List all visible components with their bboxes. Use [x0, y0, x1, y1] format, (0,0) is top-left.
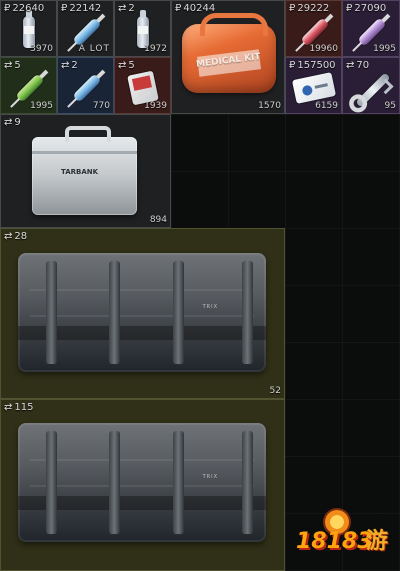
item-slot-large-case-1[interactable]: ⇄ 28 TRIX 52	[0, 228, 285, 399]
item-trade-count: ⇄ 115	[4, 402, 34, 413]
item-count: 1570	[258, 101, 281, 111]
item-price: ₽29222	[289, 3, 330, 14]
tarbank-label: TARBANK	[61, 168, 99, 176]
item-count: 1972	[144, 44, 167, 54]
case-rib	[46, 261, 57, 364]
case-rib	[46, 431, 57, 534]
item-count: A LOT	[78, 44, 110, 54]
item-slot-purple-syringe[interactable]: ₽27090 1995	[342, 0, 400, 57]
item-slot-medical-kit[interactable]: ₽40244 MEDICAL KIT 1570	[171, 0, 285, 114]
item-count: 1995	[30, 101, 53, 111]
green-syringe-icon	[15, 73, 45, 103]
ruble-icon: ₽	[289, 60, 296, 71]
item-slot-tarbank-case[interactable]: ⇄ 9 TARBANK 894	[0, 114, 171, 228]
item-count: 770	[92, 101, 110, 111]
item-count: 894	[149, 215, 167, 225]
trade-icon: ⇄	[346, 60, 355, 71]
item-slot-red-syringe[interactable]: ₽29222 19960	[285, 0, 342, 57]
item-price: ₽22142	[61, 3, 102, 14]
medical-kit-bag-icon: MEDICAL KIT	[182, 13, 276, 93]
item-count: 3970	[30, 44, 53, 54]
trade-icon: ⇄	[4, 231, 13, 242]
item-count: 6159	[315, 101, 338, 111]
watermark-logo: 18183 游	[294, 507, 398, 563]
item-price: ₽22640	[4, 3, 45, 14]
tarbank-case-icon: TARBANK	[32, 126, 137, 215]
trade-icon: ⇄	[118, 60, 127, 71]
case-rib	[109, 431, 120, 534]
case-rib	[109, 261, 120, 364]
trade-icon: ⇄	[61, 60, 70, 71]
ruble-icon: ₽	[61, 3, 68, 14]
item-count: 19960	[309, 44, 338, 54]
large-case-icon: TRIX	[18, 423, 266, 542]
inventory-screen: ₽22640 3970 ₽22142 A LOT ⇄ 2 1972 ₽40244 …	[0, 0, 400, 571]
item-trade-count: ⇄ 70	[346, 60, 370, 71]
keycard-icon	[291, 72, 337, 104]
item-slot-green-syringe[interactable]: ⇄ 5 1995	[0, 57, 57, 114]
item-trade-count: ⇄ 5	[118, 60, 135, 71]
item-count: 52	[269, 386, 281, 396]
trade-icon: ⇄	[4, 117, 13, 128]
item-slot-syringe-1[interactable]: ₽22142 A LOT	[57, 0, 114, 57]
item-count: 1939	[144, 101, 167, 111]
item-slot-key[interactable]: ⇄ 70 95	[342, 57, 400, 114]
medical-kit-label: MEDICAL KIT	[195, 52, 262, 70]
trade-icon: ⇄	[4, 60, 13, 71]
ruble-icon: ₽	[175, 3, 182, 14]
ruble-icon: ₽	[4, 3, 11, 14]
item-trade-count: ⇄ 2	[61, 60, 78, 71]
ruble-icon: ₽	[346, 3, 353, 14]
item-slot-medicine-bottle-1[interactable]: ₽22640 3970	[0, 0, 57, 57]
item-trade-count: ⇄ 28	[4, 231, 28, 242]
case-rib	[173, 431, 184, 534]
case-rib	[242, 261, 253, 364]
ruble-icon: ₽	[289, 3, 296, 14]
item-price: ₽157500	[289, 60, 336, 71]
item-count: 95	[384, 101, 396, 111]
item-price: ₽27090	[346, 3, 387, 14]
item-count: 1995	[373, 44, 396, 54]
item-trade-count: ⇄ 5	[4, 60, 21, 71]
case-label: TRIX	[202, 474, 218, 480]
watermark-text: 游	[366, 529, 389, 554]
item-slot-keycard[interactable]: ₽157500 6159	[285, 57, 342, 114]
item-slot-blue-syringe[interactable]: ⇄ 2 770	[57, 57, 114, 114]
item-slot-first-aid-pack[interactable]: ⇄ 5 1939	[114, 57, 171, 114]
item-slot-medicine-bottle-2[interactable]: ⇄ 2 1972	[114, 0, 171, 57]
case-rib	[242, 431, 253, 534]
purple-syringe-icon	[357, 17, 387, 47]
case-label: TRIX	[202, 304, 218, 310]
blue-syringe-icon	[72, 73, 102, 103]
item-price: ₽40244	[175, 3, 216, 14]
trade-icon: ⇄	[118, 3, 127, 14]
red-syringe-icon	[300, 17, 330, 47]
item-trade-count: ⇄ 9	[4, 117, 21, 128]
syringe-icon	[72, 17, 102, 47]
trade-icon: ⇄	[4, 402, 13, 413]
item-trade-count: ⇄ 2	[118, 3, 135, 14]
large-case-icon: TRIX	[18, 253, 266, 372]
case-rib	[173, 261, 184, 364]
item-slot-large-case-2[interactable]: ⇄ 115 TRIX	[0, 399, 285, 571]
watermark-number: 18183	[296, 529, 373, 554]
